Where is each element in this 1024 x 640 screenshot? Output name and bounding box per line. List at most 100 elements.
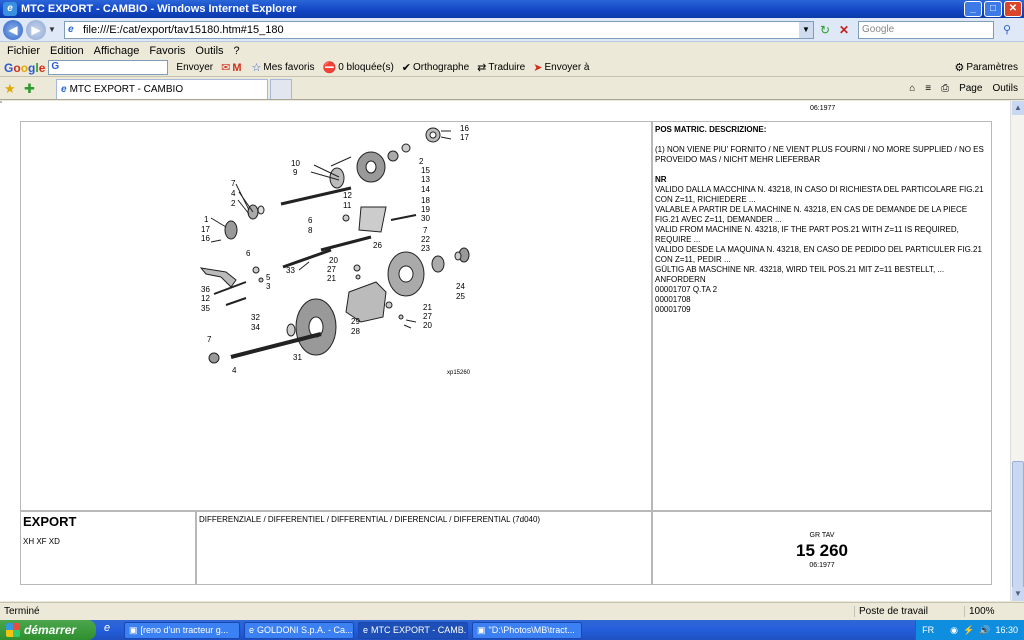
print-icon[interactable]: ⎙	[941, 83, 949, 94]
forward-button[interactable]: ▶	[26, 19, 46, 40]
start-button[interactable]: démarrer	[0, 620, 96, 640]
description-line: 00001708	[655, 295, 691, 304]
part-label: 5	[266, 273, 271, 282]
gmail-icon[interactable]: ✉ M	[221, 61, 243, 75]
part-label: 23	[421, 244, 430, 253]
part-label: 20	[423, 321, 432, 330]
export-cell: EXPORT XH XF XD	[20, 511, 196, 585]
part-label: 36	[201, 285, 210, 294]
top-cell-right	[0, 101, 2, 103]
tab-mtc-export[interactable]: e MTC EXPORT - CAMBIO	[56, 78, 268, 99]
address-dropdown-icon[interactable]: ▼	[799, 21, 813, 38]
send-button[interactable]: Envoyer	[176, 62, 213, 73]
menu-file[interactable]: Fichier	[7, 45, 40, 57]
part-label: 16	[460, 124, 469, 133]
feeds-icon[interactable]: ≡	[925, 83, 931, 94]
section-cell: DIFFERENZIALE / DIFFERENTIEL / DIFFERENT…	[196, 511, 652, 585]
description-line: VALABLE A PARTIR DE LA MACHINE N. 43218,…	[655, 205, 968, 224]
menu-bar: Fichier Edition Affichage Favoris Outils…	[0, 43, 1024, 59]
language-indicator[interactable]: FR	[922, 625, 934, 635]
export-models: XH XF XD	[23, 537, 60, 546]
part-label: 35	[201, 304, 210, 313]
history-dropdown-icon[interactable]: ▼	[48, 25, 58, 34]
description-line: 00001709	[655, 305, 691, 314]
tools-menu[interactable]: Outils	[992, 83, 1018, 94]
part-label: 31	[293, 353, 302, 362]
google-g-icon: G	[51, 61, 60, 72]
description-line: (1) NON VIENE PIU' FORNITO / NE VIENT PL…	[655, 145, 984, 164]
google-logo: Google	[4, 60, 46, 75]
menu-favorites[interactable]: Favoris	[149, 45, 185, 57]
scroll-down-icon[interactable]: ▼	[1012, 587, 1024, 601]
table-number-cell: GR TAV 15 260 06:1977	[652, 511, 992, 585]
part-label: 15	[421, 166, 430, 175]
address-bar[interactable]: e file:///E:/cat/export/tav15180.htm#15_…	[64, 20, 814, 39]
scroll-up-icon[interactable]: ▲	[1012, 101, 1024, 115]
add-favorite-icon[interactable]: ✚	[24, 81, 40, 97]
search-icon[interactable]: ⚲	[996, 21, 1018, 39]
description-cell: POS MATRIC. DESCRIZIONE: (1) NON VIENE P…	[652, 121, 992, 511]
tray-icon[interactable]: ◉	[950, 625, 958, 636]
minimize-button[interactable]: _	[964, 1, 982, 17]
part-label: 24	[456, 282, 465, 291]
description-line: VALID FROM MACHINE N. 43218, IF THE PART…	[655, 225, 959, 244]
vertical-scrollbar[interactable]: ▲ ▼	[1010, 101, 1024, 601]
address-url[interactable]: file:///E:/cat/export/tav15180.htm#15_18…	[83, 24, 799, 36]
translate-button[interactable]: ⇄ Traduire	[477, 61, 525, 74]
section-title: DIFFERENZIALE / DIFFERENTIEL / DIFFERENT…	[199, 515, 541, 524]
new-tab-button[interactable]	[270, 78, 292, 99]
popup-blocker-button[interactable]: ⛔ 0 bloquée(s)	[322, 61, 393, 74]
part-label: 27	[423, 312, 432, 321]
security-zone: Poste de travail	[854, 606, 964, 617]
maximize-button[interactable]: □	[984, 1, 1002, 17]
spellcheck-button[interactable]: ✔ Orthographe	[402, 61, 469, 74]
part-label: 21	[423, 303, 432, 312]
part-label: 7	[423, 226, 428, 235]
send-to-button[interactable]: ➤ Envoyer à	[533, 61, 589, 74]
menu-edit[interactable]: Edition	[50, 45, 84, 57]
part-label: 33	[286, 266, 295, 275]
settings-button[interactable]: ⚙ Paramètres	[954, 61, 1018, 74]
tab-ie-icon: e	[61, 83, 67, 95]
search-input[interactable]: Google	[858, 20, 994, 39]
part-label: 28	[351, 327, 360, 336]
back-button[interactable]: ◀	[3, 19, 23, 40]
exploded-diagram-cell: 16 17 2 15 13 14 10 9 7 4 2 1 17 16 6 8 …	[20, 121, 652, 511]
part-label: 9	[293, 168, 298, 177]
volume-icon[interactable]: 🔊	[979, 625, 990, 636]
scroll-thumb[interactable]	[1012, 461, 1024, 601]
page-menu[interactable]: Page	[959, 83, 982, 94]
menu-help[interactable]: ?	[234, 45, 240, 57]
favorites-button[interactable]: ☆ Mes favoris	[251, 61, 314, 74]
favorites-star-icon[interactable]: ★	[4, 81, 20, 97]
home-icon[interactable]: ⌂	[909, 83, 915, 94]
ie-icon: e	[3, 2, 17, 16]
bottom-date: 06:1977	[809, 562, 835, 569]
taskbar-item[interactable]: ▣ "D:\Photos\MB\tract...	[472, 621, 582, 639]
quicklaunch-ie-icon[interactable]: e	[104, 622, 120, 638]
close-button[interactable]: ✕	[1004, 1, 1022, 17]
part-label: 11	[343, 201, 352, 210]
status-text: Terminé	[4, 606, 40, 617]
part-label: 32	[251, 313, 260, 322]
menu-view[interactable]: Affichage	[94, 45, 140, 57]
part-label: 12	[201, 294, 210, 303]
part-label: 17	[460, 133, 469, 142]
part-label: 14	[421, 185, 430, 194]
part-label: 3	[266, 282, 271, 291]
taskbar-item[interactable]: ▣ [reno d'un tracteur g...	[124, 621, 240, 639]
stop-icon[interactable]: ✕	[836, 22, 852, 38]
taskbar-item[interactable]: e MTC EXPORT - CAMB...	[358, 621, 468, 639]
zoom-level[interactable]: 100%	[964, 606, 1024, 617]
part-label: 19	[421, 205, 430, 214]
taskbar: démarrer e ▣ [reno d'un tracteur g... e GO…	[0, 620, 1024, 640]
tab-row: ★ ✚ e MTC EXPORT - CAMBIO ⌂ ≡ ⎙ Page Out…	[0, 78, 1024, 100]
menu-tools[interactable]: Outils	[195, 45, 223, 57]
export-title: EXPORT	[23, 514, 77, 529]
google-search-input[interactable]: G	[48, 60, 169, 75]
refresh-icon[interactable]: ↻	[817, 22, 833, 38]
part-label: 17	[201, 225, 210, 234]
tray-icon[interactable]: ⚡	[963, 625, 974, 636]
taskbar-item[interactable]: e GOLDONI S.p.A. - Ca...	[244, 621, 354, 639]
part-label: 1	[204, 215, 209, 224]
